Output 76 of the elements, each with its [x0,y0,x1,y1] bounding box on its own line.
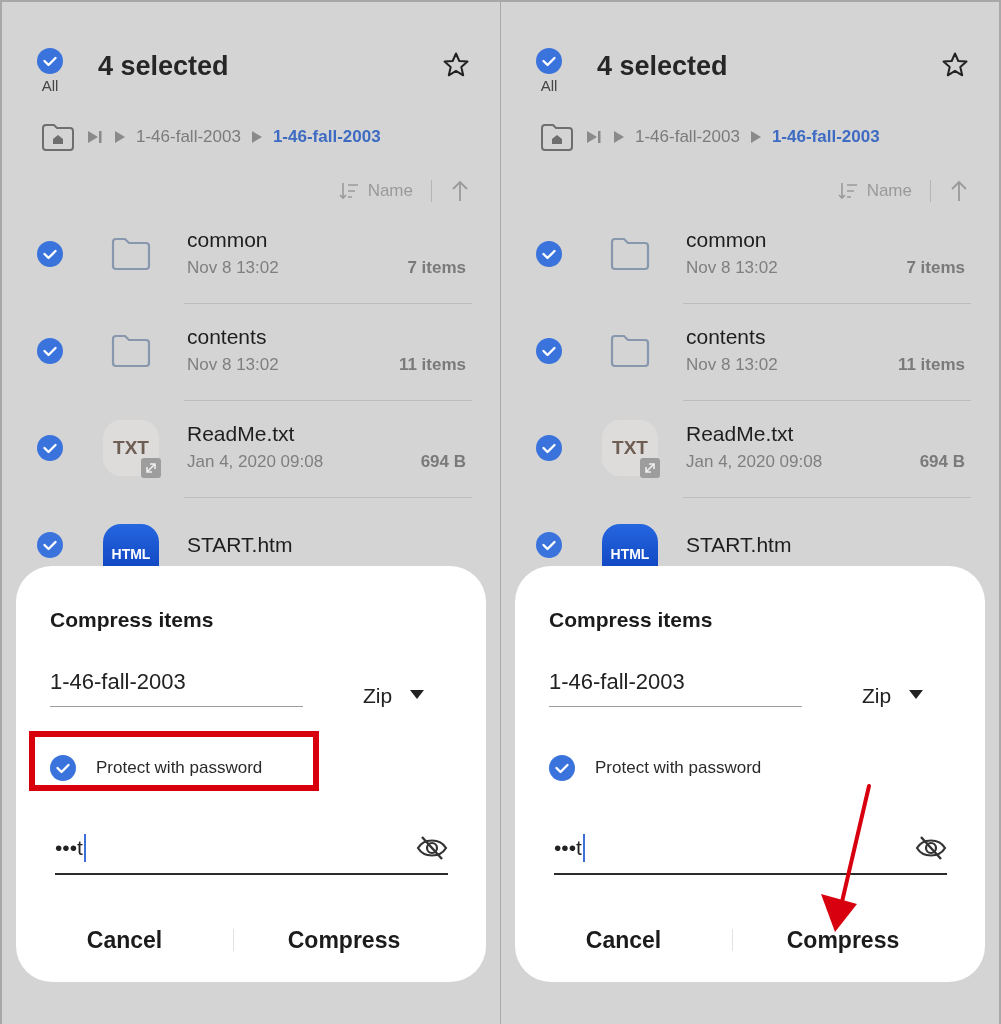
show-password-button[interactable] [416,835,448,861]
selection-title: 4 selected [98,49,229,83]
file-name: contents [187,324,268,350]
skip-icon[interactable] [585,128,603,145]
file-size: 11 items [398,354,466,377]
home-folder-icon[interactable] [40,121,76,152]
file-date: Jan 4, 2020 09:08 [686,451,823,474]
chevron-icon [613,128,625,145]
checkbox-label: Protect with password [595,757,762,780]
format-dropdown[interactable]: Zip [862,679,924,711]
caret-icon [410,690,425,701]
file-date: Nov 8 13:02 [187,257,279,280]
file-name: common [187,227,269,253]
skip-icon[interactable] [86,128,104,145]
password-checkbox[interactable] [549,755,575,781]
file-size: 694 B [919,451,965,474]
text-cursor [83,834,86,862]
file-name: ReadMe.txt [187,421,296,447]
file-size: 694 B [420,451,466,474]
select-all-label: All [540,76,558,96]
eye-off-icon [915,835,947,861]
password-field[interactable]: •••t [55,829,448,875]
text-cursor [582,834,585,862]
file-date: Nov 8 13:02 [187,354,279,377]
row-checkbox[interactable] [536,241,562,267]
home-folder-icon[interactable] [539,121,575,152]
cancel-button[interactable]: Cancel [515,917,732,964]
filename-field[interactable]: 1-46-fall-2003 [50,665,303,707]
file-name: START.htm [187,532,294,558]
row-checkbox[interactable] [536,338,562,364]
dialog-title: Compress items [548,606,714,633]
chevron-icon [250,128,263,145]
folder-icon [609,236,651,272]
select-all-checkbox[interactable] [37,48,63,74]
txt-file-icon: TXT [602,420,658,476]
file-date: Nov 8 13:02 [686,257,778,280]
row-checkbox[interactable] [536,532,562,558]
file-name: START.htm [686,532,793,558]
filename-field[interactable]: 1-46-fall-2003 [549,665,802,707]
star-button[interactable] [442,50,470,79]
file-size: 7 items [407,257,466,280]
row-checkbox[interactable] [37,532,63,558]
folder-icon [609,333,651,369]
row-checkbox[interactable] [536,435,562,461]
checkbox-label: Protect with password [96,757,263,780]
file-size: 11 items [897,354,965,377]
format-dropdown[interactable]: Zip [363,679,425,711]
selection-title: 4 selected [597,49,728,83]
star-button[interactable] [941,50,969,79]
password-field[interactable]: •••t [554,829,947,875]
select-all-checkbox[interactable] [536,48,562,74]
cancel-button[interactable]: Cancel [16,917,233,964]
txt-file-icon: TXT [103,420,159,476]
row-checkbox[interactable] [37,241,63,267]
file-name: contents [686,324,767,350]
compress-button[interactable]: Compress [234,917,454,964]
row-checkbox[interactable] [37,338,63,364]
select-all-label: All [41,76,59,96]
folder-icon [110,236,152,272]
file-date: Jan 4, 2020 09:08 [187,451,324,474]
file-name: ReadMe.txt [686,421,795,447]
file-name: common [686,227,768,253]
row-checkbox[interactable] [37,435,63,461]
caret-icon [909,690,924,701]
file-date: Nov 8 13:02 [686,354,778,377]
file-size: 7 items [906,257,965,280]
eye-off-icon [416,835,448,861]
html-file-icon: HTML [602,524,658,566]
compress-button[interactable]: Compress [733,917,953,964]
folder-icon [110,333,152,369]
show-password-button[interactable] [915,835,947,861]
chevron-icon [749,128,762,145]
chevron-icon [114,128,126,145]
html-file-icon: HTML [103,524,159,566]
password-checkbox[interactable] [50,755,76,781]
dialog-title: Compress items [49,606,215,633]
